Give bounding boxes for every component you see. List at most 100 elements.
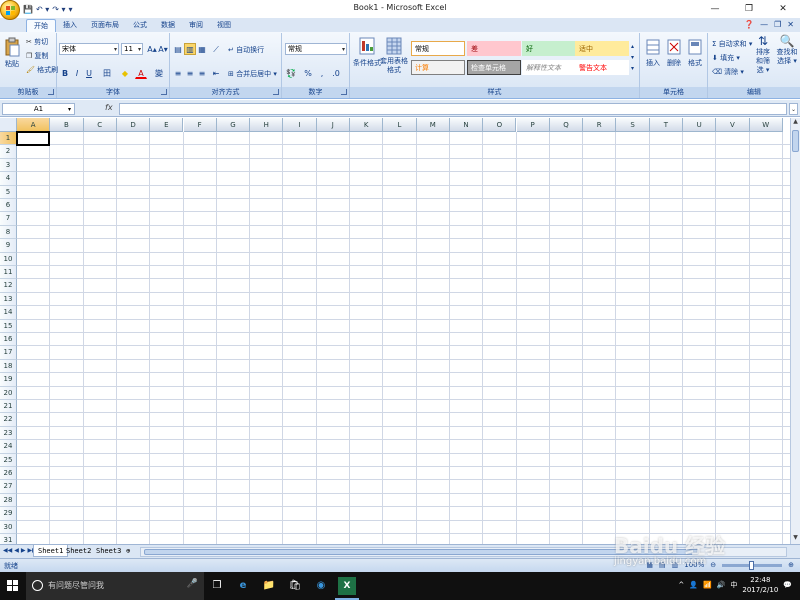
paste-button[interactable]: 粘贴 xyxy=(3,37,21,69)
number-format-combo[interactable]: 常规 ▾ xyxy=(285,43,347,55)
column-header[interactable]: D xyxy=(116,118,151,132)
clock[interactable]: 22:48 2017/2/10 xyxy=(742,575,778,595)
row-header[interactable]: 22 xyxy=(0,413,17,427)
tab-data[interactable]: 数据 xyxy=(154,19,182,32)
border-button[interactable]: 田 xyxy=(101,67,113,79)
decimal-icon[interactable]: .0 xyxy=(330,67,342,79)
column-header[interactable]: H xyxy=(250,118,284,132)
copy-button[interactable]: ❐ 复制 xyxy=(26,51,49,61)
style-cell[interactable]: 好 xyxy=(522,41,576,56)
row-header[interactable]: 15 xyxy=(0,319,17,333)
row-header[interactable]: 2 xyxy=(0,145,17,159)
column-header[interactable]: I xyxy=(283,118,317,132)
alignment-launcher-icon[interactable] xyxy=(273,89,279,95)
tray-expand-icon[interactable]: ^ xyxy=(678,581,684,589)
zoom-out-icon[interactable]: ⊖ xyxy=(710,561,716,569)
column-header[interactable]: B xyxy=(50,118,84,132)
row-header[interactable]: 23 xyxy=(0,426,17,441)
office-button[interactable] xyxy=(0,0,20,20)
row-header[interactable]: 12 xyxy=(0,279,17,293)
active-cell[interactable] xyxy=(16,131,50,146)
column-header[interactable]: J xyxy=(316,118,350,132)
row-header[interactable]: 7 xyxy=(0,212,17,226)
column-header[interactable]: V xyxy=(716,118,750,132)
style-cell[interactable]: 检查单元格 xyxy=(467,60,521,75)
style-cell[interactable]: 解释性文本 xyxy=(522,60,576,75)
column-header[interactable]: W xyxy=(749,118,783,132)
cut-button[interactable]: ✂ 剪切 xyxy=(26,37,48,47)
row-header[interactable]: 28 xyxy=(0,493,17,508)
tab-insert[interactable]: 插入 xyxy=(56,19,84,32)
column-header[interactable]: Q xyxy=(549,118,584,132)
style-cell[interactable]: 差 xyxy=(467,41,521,56)
fill-color-button[interactable]: ◆ xyxy=(119,67,131,79)
prev-sheet-icon[interactable]: ◀ xyxy=(14,547,19,554)
row-header[interactable]: 8 xyxy=(0,225,17,240)
notifications-icon[interactable]: 💬 xyxy=(783,581,792,589)
first-sheet-icon[interactable]: ◀◀ xyxy=(3,547,12,554)
style-cell[interactable]: 警告文本 xyxy=(575,60,629,75)
zoom-slider-handle[interactable] xyxy=(749,560,755,570)
column-header[interactable]: L xyxy=(383,118,417,132)
insert-sheet-icon[interactable]: ⊕ xyxy=(122,545,134,557)
row-header[interactable]: 20 xyxy=(0,386,17,400)
font-name-combo[interactable]: 宋体 ▾ xyxy=(59,43,119,55)
tab-home[interactable]: 开始 xyxy=(26,19,56,32)
merge-center-button[interactable]: ⊞ 合并后居中 ▾ xyxy=(228,69,277,79)
row-header[interactable]: 11 xyxy=(0,266,17,280)
row-header[interactable]: 9 xyxy=(0,239,17,253)
row-header[interactable]: 1 xyxy=(0,132,17,146)
ime-indicator[interactable]: 中 xyxy=(730,580,737,590)
vertical-scroll-thumb[interactable] xyxy=(792,130,799,152)
name-box[interactable]: A1 ▾ xyxy=(2,103,75,115)
shrink-font-button[interactable]: A▾ xyxy=(157,43,169,55)
autosum-button[interactable]: Σ 自动求和 ▾ xyxy=(712,39,752,49)
workbook-restore-button[interactable]: ❐ xyxy=(774,20,781,29)
column-header[interactable]: E xyxy=(150,118,184,132)
column-header[interactable]: S xyxy=(616,118,650,132)
align-bottom-icon[interactable]: ▦ xyxy=(196,43,208,55)
style-cell[interactable]: 适中 xyxy=(575,41,629,56)
cortana-search-box[interactable]: 有问题尽管问我 🎤 xyxy=(26,572,204,600)
row-header[interactable]: 16 xyxy=(0,333,17,347)
style-cell[interactable]: 常规 xyxy=(411,41,465,56)
windows-start-button[interactable] xyxy=(0,572,26,600)
spreadsheet-grid[interactable]: A B C D E F G H I J K L M N O P Q R S T U V W 1 2 3 4 5 6 7 8 9 10 11 12 13… xyxy=(0,118,790,544)
row-header[interactable]: 18 xyxy=(0,359,17,374)
column-header[interactable]: R xyxy=(583,118,617,132)
align-middle-icon[interactable]: ▥ xyxy=(184,43,196,55)
row-header[interactable]: 17 xyxy=(0,346,17,360)
orientation-icon[interactable]: ⟋ xyxy=(210,43,222,55)
decrease-indent-icon[interactable]: ⇤ xyxy=(210,67,222,79)
formula-input[interactable] xyxy=(119,103,787,115)
tab-view[interactable]: 视图 xyxy=(210,19,238,32)
row-header[interactable]: 30 xyxy=(0,520,17,534)
font-size-combo[interactable]: 11 ▾ xyxy=(121,43,143,55)
font-launcher-icon[interactable] xyxy=(161,89,167,95)
percent-button[interactable]: % xyxy=(302,67,314,79)
browser-app-icon[interactable]: ◉ xyxy=(312,577,330,595)
row-header[interactable]: 31 xyxy=(0,534,17,544)
wrap-text-button[interactable]: ↵ 自动换行 xyxy=(228,45,264,55)
align-top-icon[interactable]: ▤ xyxy=(172,43,184,55)
next-sheet-icon[interactable]: ▶ xyxy=(21,547,26,554)
clipboard-launcher-icon[interactable] xyxy=(48,89,54,95)
select-all-button[interactable] xyxy=(0,118,17,132)
column-header[interactable]: T xyxy=(649,118,683,132)
microphone-icon[interactable]: 🎤 xyxy=(187,579,198,589)
close-button[interactable]: ✕ xyxy=(766,0,800,18)
column-header[interactable]: O xyxy=(483,118,517,132)
sort-filter-button[interactable]: ⇅ 排序和筛选 ▾ xyxy=(753,35,773,75)
minimize-button[interactable]: — xyxy=(698,0,732,18)
row-header[interactable]: 27 xyxy=(0,480,17,494)
zoom-in-icon[interactable]: ⊕ xyxy=(788,561,794,569)
number-launcher-icon[interactable] xyxy=(341,89,347,95)
row-header[interactable]: 25 xyxy=(0,453,17,467)
row-header[interactable]: 29 xyxy=(0,507,17,521)
underline-button[interactable]: U xyxy=(83,67,95,79)
styles-scroll-icon[interactable]: ▴ ▾ ▾ xyxy=(631,41,634,74)
tab-page-layout[interactable]: 页面布局 xyxy=(84,19,126,32)
row-header[interactable]: 26 xyxy=(0,467,17,481)
task-view-icon[interactable]: ❒ xyxy=(208,577,226,595)
tab-formulas[interactable]: 公式 xyxy=(126,19,154,32)
